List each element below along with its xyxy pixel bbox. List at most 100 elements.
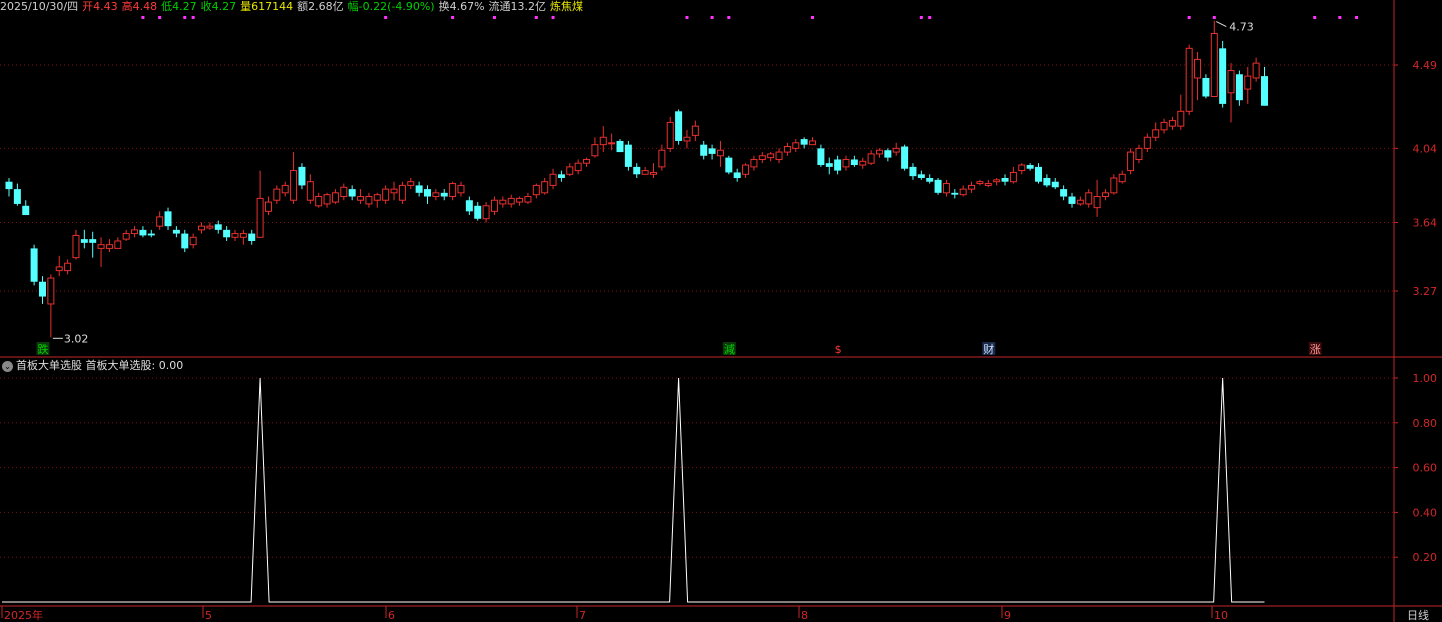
candle-body-up	[231, 233, 239, 238]
candle-body-up	[658, 149, 666, 168]
candle-body-down	[557, 174, 565, 178]
candle-body-up	[683, 136, 691, 142]
candle-body-up	[875, 149, 883, 155]
candle-body-down	[1001, 178, 1009, 182]
candle-body-up	[716, 149, 724, 157]
candle-body-up	[1168, 120, 1176, 127]
candle-body-up	[993, 179, 1001, 183]
x-tick-label: 9	[1004, 609, 1011, 622]
event-label: 減	[724, 342, 735, 356]
candle-body-up	[198, 225, 206, 231]
candle-body-up	[206, 225, 214, 229]
candle-body-down	[834, 159, 842, 171]
candle-body-up	[432, 192, 440, 198]
candle-body-up	[122, 233, 130, 240]
x-tick-label: 8	[801, 609, 808, 622]
candle-body-up	[281, 184, 289, 194]
indicator-tick-label: 0.20	[1413, 551, 1438, 564]
candle-body-up	[365, 196, 373, 205]
candle-body-up	[608, 142, 616, 145]
candle-body-up	[742, 164, 750, 175]
candle-body-up	[859, 160, 867, 166]
candle-body-up	[583, 158, 591, 164]
candle-body-down	[298, 166, 306, 186]
candle-body-down	[708, 148, 716, 154]
candle-body-down	[1043, 178, 1051, 186]
candlestick-chart[interactable]: 4.494.043.643.271.000.800.600.400.202025…	[0, 0, 1442, 622]
candle-body-down	[30, 248, 38, 282]
candle-body-down	[850, 159, 858, 166]
candle-body-down	[633, 166, 641, 175]
candle-body-up	[357, 196, 365, 201]
candle-body-down	[800, 139, 808, 145]
candle-body-up	[574, 162, 582, 172]
candle-body-up	[649, 171, 657, 175]
top-marker	[1355, 16, 1359, 19]
candle-body-down	[38, 281, 46, 297]
candle-body-up	[599, 136, 607, 146]
top-marker	[727, 16, 731, 19]
low-annotation: 3.02	[64, 332, 89, 345]
top-marker	[492, 16, 496, 19]
candle-body-up	[105, 244, 113, 249]
top-marker	[551, 16, 555, 19]
x-tick-label: 7	[579, 609, 586, 622]
candle-body-up	[1127, 151, 1135, 172]
candle-body-down	[909, 166, 917, 177]
candle-body-up	[1152, 129, 1160, 138]
event-label: 涨	[1310, 343, 1321, 356]
candle-body-up	[499, 199, 507, 205]
candle-body-up	[524, 196, 532, 203]
candle-body-up	[490, 199, 498, 212]
candle-body-up	[767, 153, 775, 159]
indicator-tick-label: 1.00	[1413, 372, 1438, 385]
x-tick-label: 10	[1214, 609, 1228, 622]
candle-body-up	[1110, 177, 1118, 194]
candle-body-up	[1076, 199, 1084, 205]
candle-body-down	[80, 239, 88, 243]
top-marker	[919, 16, 923, 19]
price-tick-label: 4.49	[1413, 59, 1438, 72]
candle-body-up	[64, 262, 72, 272]
candle-body-up	[1177, 110, 1185, 127]
candle-body-down	[884, 150, 892, 158]
candle-body-down	[1060, 189, 1068, 197]
candle-body-up	[892, 147, 900, 153]
candle-body-up	[666, 121, 674, 149]
top-marker	[384, 16, 388, 19]
candle-body-up	[340, 186, 348, 198]
candle-body-up	[331, 192, 339, 203]
x-tick-label: 2025年	[4, 608, 43, 622]
candle-body-up	[189, 236, 197, 246]
period-label: 日线	[1407, 608, 1429, 622]
candle-body-down	[474, 205, 482, 219]
indicator-tick-label: 0.60	[1413, 462, 1438, 475]
candle-body-up	[290, 170, 298, 201]
candle-body-up	[47, 277, 55, 305]
candle-body-up	[516, 197, 524, 203]
candle-body-down	[616, 140, 624, 153]
candle-body-up	[1143, 136, 1151, 149]
x-tick-label: 6	[388, 609, 395, 622]
candle-body-up	[315, 196, 323, 207]
candle-body-down	[1235, 74, 1243, 101]
candle-body-up	[775, 151, 783, 160]
candle-body-up	[156, 216, 164, 227]
candle-body-up	[97, 244, 105, 249]
candle-body-down	[825, 163, 833, 167]
candle-body-down	[139, 229, 147, 236]
candle-body-down	[817, 148, 825, 166]
top-marker	[141, 16, 145, 19]
candle-body-down	[248, 233, 256, 241]
candle-body-up	[1185, 47, 1193, 112]
candle-body-down	[181, 233, 189, 249]
candle-body-down	[951, 192, 959, 195]
candle-body-up	[641, 170, 649, 175]
candle-body-down	[424, 189, 431, 197]
candle-body-up	[131, 229, 139, 235]
candle-body-down	[1068, 196, 1076, 204]
candle-body-up	[1244, 75, 1252, 90]
event-label: 财	[983, 342, 994, 356]
candle-body-up	[482, 205, 490, 220]
high-annotation-arrow	[1216, 21, 1227, 27]
